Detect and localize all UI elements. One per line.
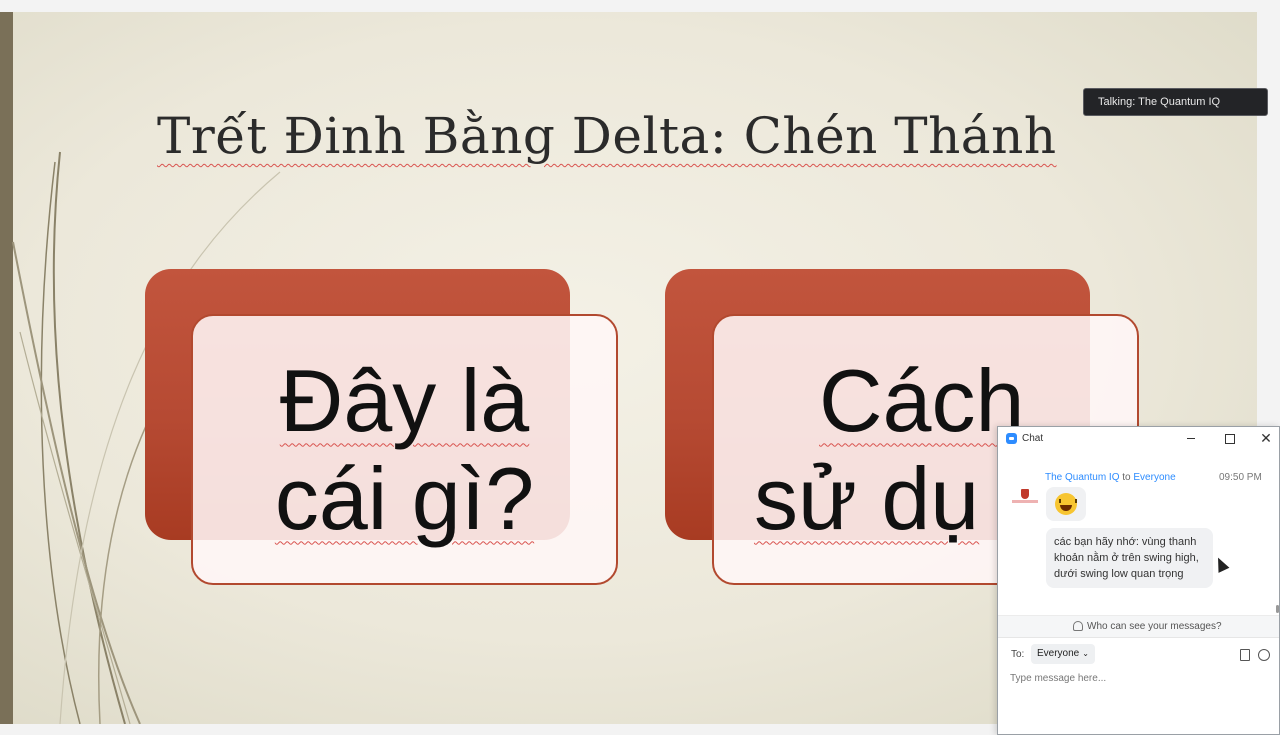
card-line: Cách	[819, 350, 1025, 450]
file-icon[interactable]	[1240, 649, 1250, 661]
scrollbar[interactable]	[1276, 605, 1279, 613]
zoom-app-icon	[1006, 433, 1017, 444]
maximize-button[interactable]	[1222, 431, 1236, 445]
chevron-down-icon: ⌄	[1082, 649, 1089, 658]
privacy-info-row[interactable]: Who can see your messages?	[998, 615, 1279, 637]
message-timestamp: 09:50 PM	[1219, 472, 1262, 483]
chat-window: Chat ✕ The Quantum IQ to Everyone 09:50 …	[997, 426, 1280, 735]
message-text[interactable]: các bạn hãy nhớ: vùng thanh khoản nằm ở …	[1046, 528, 1213, 588]
minimize-button[interactable]	[1184, 431, 1198, 445]
recipient-name[interactable]: Everyone	[1133, 472, 1175, 483]
privacy-link[interactable]: Who can see your messages?	[1087, 621, 1222, 632]
sender-avatar	[1012, 487, 1038, 509]
message-input[interactable]	[1010, 668, 1265, 688]
chat-titlebar[interactable]: Chat ✕	[998, 427, 1279, 451]
to-word: to	[1122, 472, 1131, 483]
talking-indicator: Talking: The Quantum IQ	[1083, 88, 1268, 116]
card-what-is-it: Đây là cái gì?	[191, 314, 618, 585]
close-button[interactable]: ✕	[1259, 431, 1273, 445]
card-line: sử dụ	[754, 448, 980, 548]
to-label: To:	[1011, 649, 1025, 660]
sender-name[interactable]: The Quantum IQ	[1045, 472, 1119, 483]
slide-title: Trết Đinh Bằng Delta: Chén Thánh	[157, 107, 1057, 165]
recipient-select[interactable]: Everyone ⌄	[1031, 644, 1095, 664]
recipient-select-value: Everyone	[1037, 648, 1080, 659]
chat-window-title: Chat	[1022, 433, 1044, 444]
mouse-cursor-icon	[1212, 555, 1230, 573]
person-icon	[1073, 621, 1083, 631]
card-line: Đây là	[279, 350, 530, 450]
compose-area: To: Everyone ⌄	[998, 637, 1279, 735]
shield-logo-icon	[1021, 489, 1029, 499]
grinning-squinting-face-icon	[1055, 493, 1077, 515]
message-header: The Quantum IQ to Everyone	[1045, 472, 1176, 483]
emoji-message[interactable]	[1046, 487, 1086, 521]
emoji-icon[interactable]	[1258, 649, 1270, 661]
card-line: cái gì?	[274, 448, 535, 548]
